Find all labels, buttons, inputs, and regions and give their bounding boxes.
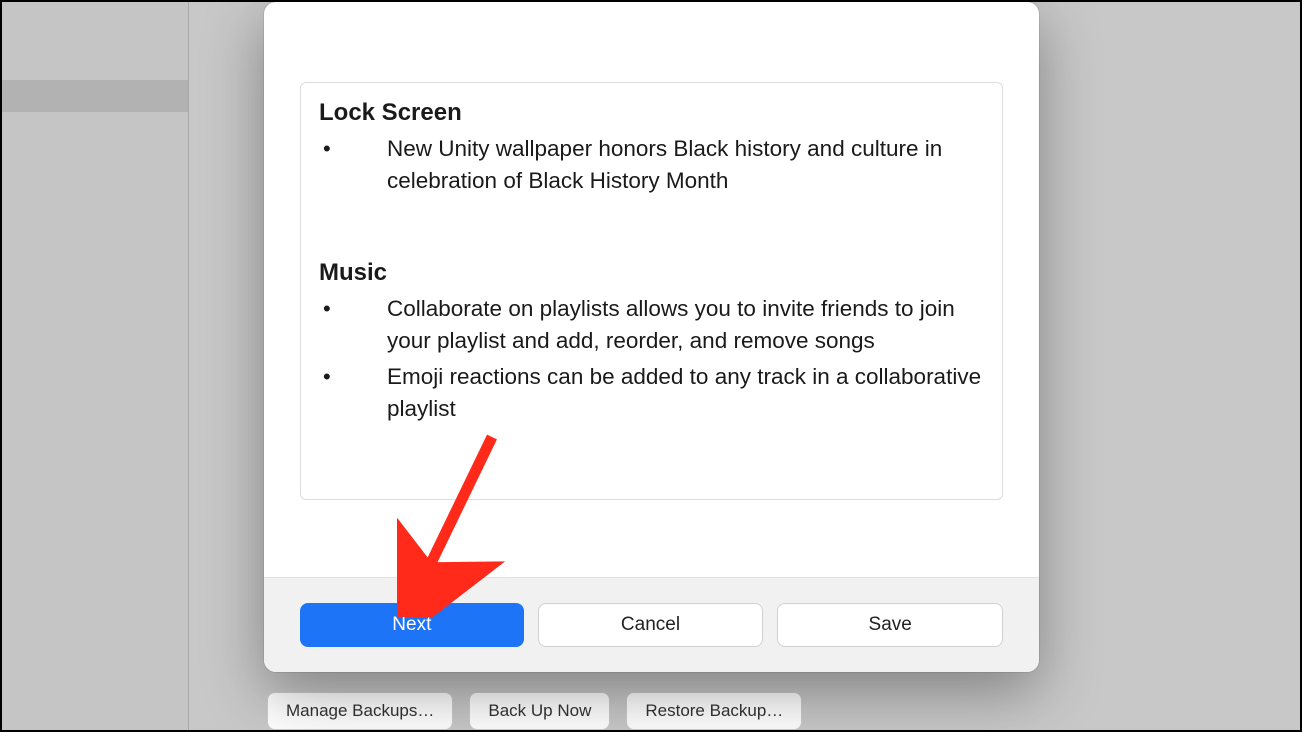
bullet-icon: • xyxy=(319,133,387,197)
section-title-lock-screen: Lock Screen xyxy=(319,99,984,127)
sidebar xyxy=(2,2,188,730)
list-item: • Emoji reactions can be added to any tr… xyxy=(319,361,984,425)
list-item: • New Unity wallpaper honors Black histo… xyxy=(319,133,984,197)
section-title-music: Music xyxy=(319,259,984,287)
release-notes-scroll[interactable]: Lock Screen • New Unity wallpaper honors… xyxy=(300,82,1003,500)
backup-button-row: Manage Backups… Back Up Now Restore Back… xyxy=(267,692,802,730)
sidebar-item-selected[interactable] xyxy=(2,80,188,112)
bullet-icon: • xyxy=(319,361,387,425)
list-item-text: New Unity wallpaper honors Black history… xyxy=(387,133,984,197)
modal-content: Lock Screen • New Unity wallpaper honors… xyxy=(264,2,1039,577)
cancel-button[interactable]: Cancel xyxy=(538,603,764,647)
restore-backup-button[interactable]: Restore Backup… xyxy=(626,692,802,730)
back-up-now-button[interactable]: Back Up Now xyxy=(469,692,610,730)
list-item-text: Collaborate on playlists allows you to i… xyxy=(387,293,984,357)
save-button[interactable]: Save xyxy=(777,603,1003,647)
next-button[interactable]: Next xyxy=(300,603,524,647)
list-item-text: Emoji reactions can be added to any trac… xyxy=(387,361,984,425)
bullet-icon: • xyxy=(319,293,387,357)
sidebar-divider xyxy=(188,2,189,730)
modal-footer: Next Cancel Save xyxy=(264,578,1039,672)
release-notes-modal: Lock Screen • New Unity wallpaper honors… xyxy=(264,2,1039,672)
manage-backups-button[interactable]: Manage Backups… xyxy=(267,692,453,730)
list-item: • Collaborate on playlists allows you to… xyxy=(319,293,984,357)
